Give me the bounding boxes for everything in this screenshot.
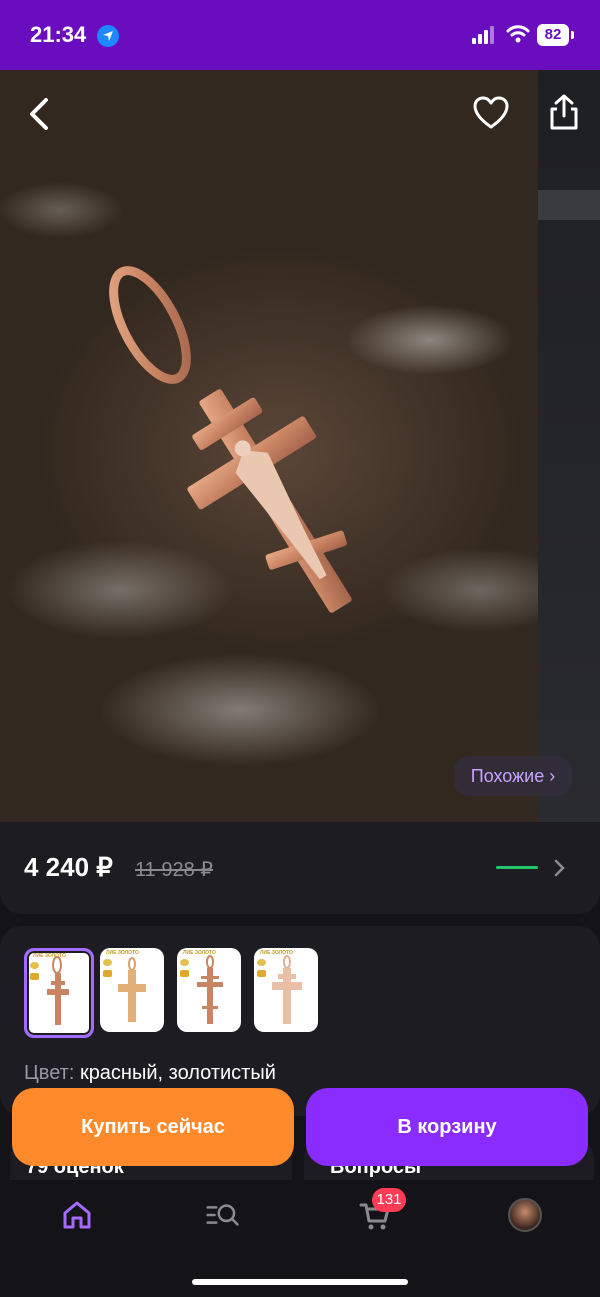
variant-thumbnail-2[interactable]: ЛИЕ ЗОЛОТО [100, 948, 164, 1032]
variant-thumbnail-4[interactable]: ЛИЕ ЗОЛОТО [254, 948, 318, 1032]
color-value: красный, золотистый [79, 1062, 276, 1084]
cross-pendant-image [109, 266, 352, 613]
cross-thumbnail-icon [47, 956, 69, 1025]
status-time: 21:34 [30, 22, 87, 47]
wifi-icon [506, 25, 530, 43]
home-icon[interactable] [60, 1198, 94, 1232]
cross-thumbnail-icon [118, 957, 146, 1022]
price-panel: 4 240 ₽ 11 928 ₽ [0, 822, 600, 914]
cross-thumbnail-icon [197, 955, 223, 1024]
favorite-heart-icon[interactable] [472, 94, 510, 132]
add-to-cart-button[interactable]: В корзину [306, 1088, 588, 1166]
location-icon [97, 25, 119, 47]
profile-avatar[interactable] [508, 1198, 542, 1232]
buy-now-button[interactable]: Купить сейчас [12, 1088, 294, 1166]
status-bar: 21:34 82 [0, 0, 600, 70]
catalog-search-icon[interactable] [206, 1198, 240, 1232]
back-arrow-icon[interactable] [22, 94, 58, 134]
share-icon[interactable] [546, 92, 582, 132]
photo-side-edge [538, 70, 600, 822]
variant-thumbnail-1[interactable]: ЛИЕ ЗОЛОТО [24, 948, 94, 1038]
cart-badge: 131 [372, 1188, 406, 1212]
color-label: Цвет: [24, 1062, 75, 1084]
chevron-right-icon[interactable] [553, 858, 567, 878]
product-photo[interactable]: Похожие › [0, 70, 600, 822]
color-row: Цвет: красный, золотистый [24, 1062, 276, 1085]
home-indicator [192, 1279, 408, 1285]
signal-icon [472, 26, 498, 44]
price-indicator-line [496, 866, 538, 869]
battery-tip [571, 31, 574, 39]
cross-thumbnail-icon [272, 955, 302, 1024]
old-price: 11 928 ₽ [135, 859, 213, 881]
battery-indicator: 82 [537, 24, 569, 46]
current-price: 4 240 ₽ [24, 852, 113, 882]
variant-thumbnail-3[interactable]: ЛИЕ ЗОЛОТО [177, 948, 241, 1032]
similar-products-button[interactable]: Похожие › [454, 756, 572, 796]
